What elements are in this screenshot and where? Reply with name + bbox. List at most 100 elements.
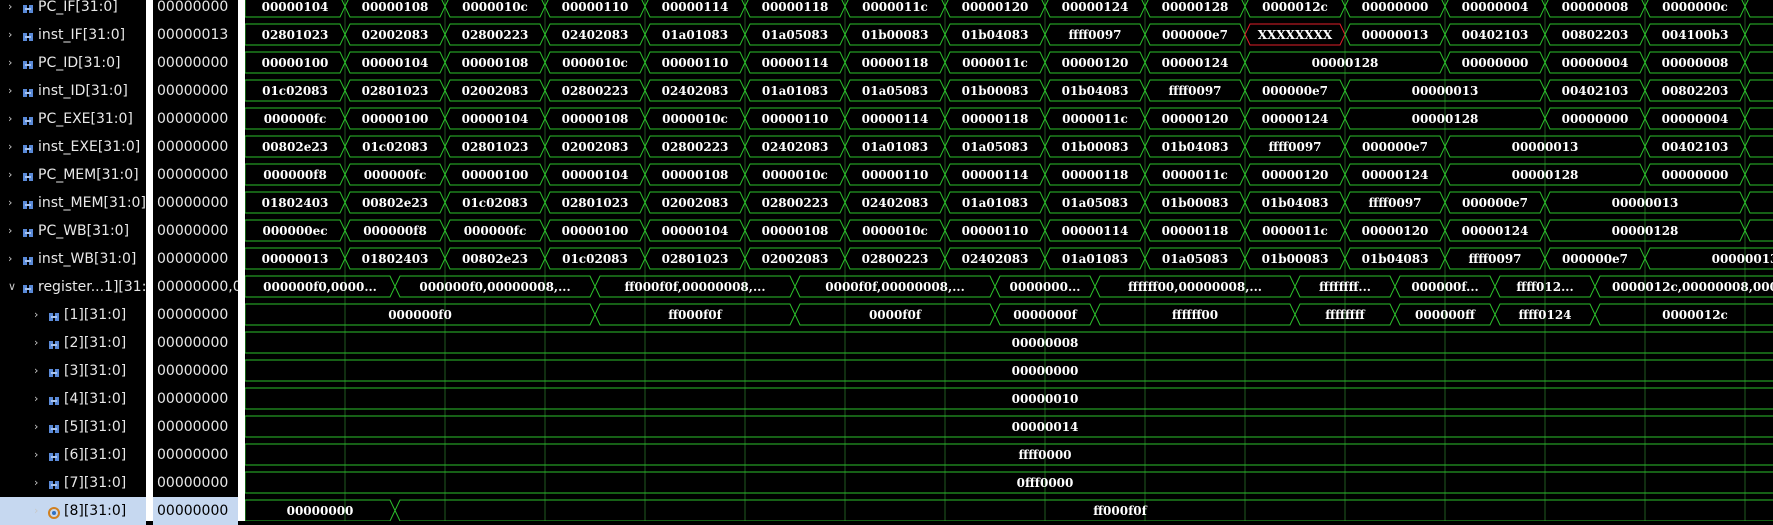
expand-chevron-icon[interactable]: › [34,309,38,321]
expand-chevron-icon[interactable]: › [8,29,12,41]
value-row[interactable]: 00000000 [153,329,238,357]
bus-icon [22,280,34,293]
collapse-chevron-icon[interactable]: ∨ [8,281,16,293]
value-row[interactable]: 00000000 [153,0,238,21]
bus-value-label: 02402083 [862,196,929,210]
signal-value: 00000000 [157,419,229,435]
value-row[interactable]: 00000000 [153,105,238,133]
waveform-canvas[interactable]: 00000104 00000108 0000010c 00000110 00000114… [245,0,1773,521]
bus-value-label: 00000108 [562,112,629,126]
expand-chevron-icon[interactable]: › [8,1,12,13]
bus-waveform[interactable]: 00000010 [245,387,1773,410]
bus-waveform[interactable]: 00000000 [245,359,1773,382]
signal-row[interactable]: › PC_EXE[31:0] [0,105,146,133]
bus-value-label: 000000e7 [1562,252,1628,266]
bus-value-label: 00000114 [962,168,1029,182]
bus-icon [22,84,34,97]
bus-value-label: 00000110 [662,56,729,70]
bus-waveform[interactable]: 00000000 ff000f0f [245,499,1773,521]
signal-row[interactable]: › PC_IF[31:0] [0,0,146,21]
bus-waveform[interactable]: 000000ec 000000f8 000000fc 00000100 00000104… [245,219,1773,242]
expand-chevron-icon[interactable]: › [8,141,12,153]
bus-waveform[interactable]: 000000fc 00000100 00000104 00000108 0000010c… [245,107,1773,130]
value-row[interactable]: 00000000 [153,77,238,105]
expand-chevron-icon[interactable]: › [8,253,12,265]
value-row[interactable]: 00000000 [153,245,238,273]
value-row[interactable]: 00000000 [153,161,238,189]
bus-waveform[interactable]: 000000f0,0000... 000000f0,00000008,... ff0… [245,275,1773,298]
expand-chevron-icon[interactable]: › [8,57,12,69]
bus-value-label: 00000110 [562,0,629,14]
expand-chevron-icon[interactable]: › [34,365,38,377]
value-row[interactable]: 00000000,00 [153,273,251,301]
value-row[interactable]: 00000000 [153,217,238,245]
expand-chevron-icon[interactable]: › [8,225,12,237]
signal-row[interactable]: › inst_MEM[31:0] [0,189,146,217]
bus-waveform[interactable]: 02801023 02002083 02800223 02402083 01a01083… [245,23,1773,46]
bus-waveform[interactable]: 00000014 [245,415,1773,438]
expand-chevron-icon[interactable]: › [8,85,12,97]
signal-row[interactable]: › [7][31:0] [0,469,146,497]
bus-waveform[interactable]: 00000104 00000108 0000010c 00000110 00000114… [245,0,1773,18]
value-row[interactable]: 00000000 [153,385,238,413]
signal-value: 00000000 [157,223,229,239]
signal-row[interactable]: › [6][31:0] [0,441,146,469]
bus-waveform[interactable]: 00000013 01802403 00802e23 01c02083 02801023… [245,247,1773,270]
value-row[interactable]: 00000000 [153,189,238,217]
bus-waveform[interactable]: 000000f0 ff000f0f 0000f0f 0000000f ffffff00 f… [245,303,1773,326]
bus-value-label: 02002083 [462,84,529,98]
value-row[interactable]: 00000000 [153,413,238,441]
expand-chevron-icon[interactable]: › [34,449,38,461]
bus-waveform[interactable]: 00000100 00000104 00000108 0000010c 00000110… [245,51,1773,74]
signal-row[interactable]: › inst_IF[31:0] [0,21,146,49]
expand-chevron-icon[interactable]: › [34,477,38,489]
value-row[interactable]: 00000000 [153,49,238,77]
expand-chevron-icon[interactable]: › [34,393,38,405]
value-row[interactable]: 00000000 [153,441,238,469]
bus-value-label: 00000120 [1062,56,1129,70]
value-row[interactable]: 00000000 [153,301,238,329]
expand-chevron-icon[interactable]: › [34,421,38,433]
bus-waveform[interactable]: ffff0000 [245,443,1773,466]
bus-waveform[interactable]: 00802e23 01c02083 02801023 02002083 02800223… [245,135,1773,158]
signal-row[interactable]: › PC_MEM[31:0] [0,161,146,189]
signal-row[interactable]: › PC_WB[31:0] [0,217,146,245]
signal-row[interactable]: › inst_EXE[31:0] [0,133,146,161]
expand-chevron-icon[interactable]: › [8,113,12,125]
panel-divider[interactable] [238,0,245,521]
bus-icon [22,196,34,209]
signal-row[interactable]: › inst_ID[31:0] [0,77,146,105]
signal-row[interactable]: › [3][31:0] [0,357,146,385]
value-row[interactable]: 00000000 [153,357,238,385]
bus-waveform[interactable]: 0fff0000 [245,471,1773,494]
panel-divider[interactable] [146,0,153,521]
signal-row[interactable]: › PC_ID[31:0] [0,49,146,77]
signal-row[interactable]: › [2][31:0] [0,329,146,357]
bus-value-label: 01a05083 [1062,196,1128,210]
bus-value-label: 0000012c [1662,308,1728,322]
bus-waveform[interactable]: 01c02083 02801023 02002083 02800223 02402083… [245,79,1773,102]
expand-chevron-icon[interactable]: › [34,337,38,349]
signal-row[interactable]: › [5][31:0] [0,413,146,441]
value-row[interactable]: 00000000 [153,133,238,161]
signal-row[interactable]: › [4][31:0] [0,385,146,413]
bus-waveform[interactable]: 000000f8 000000fc 00000100 00000104 00000108… [245,163,1773,186]
signal-row[interactable]: › [1][31:0] [0,301,146,329]
value-row[interactable]: 00000013 [153,21,238,49]
expand-chevron-icon[interactable]: › [8,169,12,181]
value-row[interactable]: 00000000 [153,469,238,497]
waveform-panel[interactable]: 00000104 00000108 0000010c 00000110 00000114… [245,0,1773,521]
bus-value-label: 00802203 [1662,84,1729,98]
bus-icon [22,28,34,41]
bus-value-label: 00000120 [1362,224,1429,238]
expand-chevron-icon[interactable]: › [34,505,38,517]
bus-segment [245,415,1773,438]
bus-waveform[interactable]: 01802403 00802e23 01c02083 02801023 02002083… [245,191,1773,214]
bus-value-label: 00000013 [1712,252,1773,266]
expand-chevron-icon[interactable]: › [8,197,12,209]
signal-row[interactable]: › inst_WB[31:0] [0,245,146,273]
signal-name: inst_WB[31:0] [38,251,137,267]
bus-waveform[interactable]: 00000008 [245,331,1773,354]
signal-row[interactable]: ∨ register...1][31:0] [0,273,161,301]
bus-segment [1744,107,1773,130]
